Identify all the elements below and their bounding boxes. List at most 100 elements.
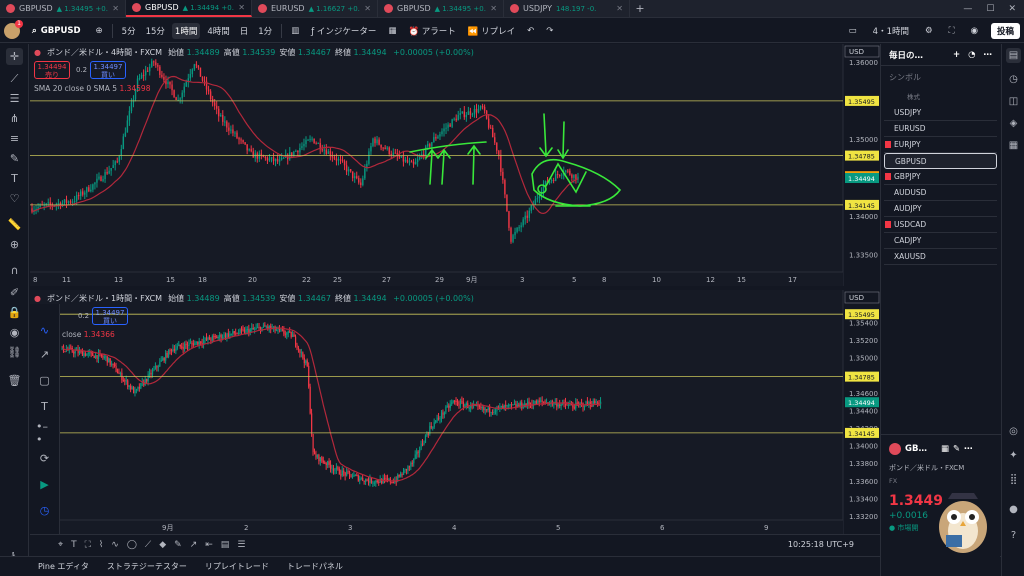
plus-icon[interactable]: + [953,50,960,60]
interval-button[interactable]: 15分 [143,23,168,39]
watchlist-row[interactable]: CADJPY [884,233,997,249]
price-axis[interactable] [843,44,880,286]
indicators-button[interactable]: ƒ インジケーター [308,23,379,39]
watchlist-row[interactable]: GBPJPY [884,169,997,185]
close-tab-icon[interactable]: ✕ [490,4,497,13]
cursor-icon[interactable]: ⌖ [58,540,63,550]
detail-symbol[interactable]: GB… [905,444,927,454]
ray-icon[interactable]: ⟋ [145,540,151,550]
grid-icon[interactable]: ▤ [221,540,230,550]
sma-legend[interactable]: close 1.34366 [62,330,115,339]
hand-drawn-annotation[interactable] [437,148,451,185]
templates-icon[interactable]: ▦ [385,24,399,38]
fib-icon[interactable]: ≡ [6,130,23,147]
watchlist-group[interactable]: 株式 [881,85,1000,105]
utc-clock[interactable]: 10:25:18 UTC+9 [788,540,880,549]
browser-tab[interactable]: GBPUSD ▲ 1.34495 +0. ✕ [0,0,126,17]
path-icon[interactable]: ⌇ [99,540,103,550]
lock-icon[interactable]: 🔒 [6,304,23,321]
watchlist-title[interactable]: 毎日の… [889,49,923,61]
range-icon[interactable]: ⇤ [205,540,213,550]
watchlist-row[interactable]: AUDJPY [884,201,997,217]
curve-icon[interactable]: ∿ [36,322,53,339]
new-tab-icon[interactable]: + [630,0,650,17]
wave-icon[interactable]: ∿ [111,540,119,550]
watchlist-row[interactable]: XAUUSD [884,249,997,265]
eye-icon[interactable]: ◉ [6,324,23,341]
replay-button[interactable]: ⏪ リプレイ [465,23,518,39]
watchlist-row[interactable]: USDCAD [884,217,997,233]
browser-tab[interactable]: GBPUSD ▲ 1.34495 +0. ✕ [378,0,504,17]
apps-grid-icon[interactable]: ⣿ [1006,472,1021,487]
gear-icon[interactable]: ⚙ [922,24,936,38]
more-icon[interactable]: ⋯ [964,444,973,454]
buy-button[interactable]: 1.34497 買い [92,307,128,325]
magnet-icon[interactable]: ∩ [6,262,23,279]
post-button[interactable]: 投稿 [990,22,1020,39]
hand-drawn-annotation[interactable] [537,184,547,194]
close-tab-icon[interactable]: ✕ [364,4,371,13]
watchlist-row[interactable]: GBPUSD [884,153,997,169]
chart-1h-canvas[interactable]: 1.354001.352001.350001.348001.346001.344… [30,290,880,534]
interval-button[interactable]: 4時間 [204,23,232,39]
sell-button[interactable]: 1.34494 売り [34,61,70,79]
close-tab-icon[interactable]: ✕ [112,4,119,13]
bottom-tab[interactable]: ストラテジーテスター [107,561,187,572]
chat-icon[interactable]: ◫ [1006,94,1021,109]
redo-icon[interactable]: ↷ [543,24,556,38]
zoom-icon[interactable]: ⊕ [6,236,23,253]
hand-drawn-annotation[interactable] [557,121,569,160]
undo-icon[interactable]: ↶ [524,24,537,38]
hand-drawn-annotation[interactable] [539,113,553,158]
circle-icon[interactable]: ◯ [127,540,137,550]
link-icon[interactable]: ⛓ [6,344,23,361]
ruler-icon[interactable]: 📏 [6,216,23,233]
browser-tab[interactable]: EURUSD ▲ 1.16627 +0. ✕ [252,0,378,17]
interval-button[interactable]: 日 [237,23,252,39]
bottom-tab[interactable]: リプレイトレード [205,561,269,572]
crosshair-icon[interactable]: ✛ [6,48,23,65]
horizontal-lines-icon[interactable]: ☰ [6,90,23,107]
brush-icon[interactable]: ✎ [6,150,23,167]
close-window-icon[interactable]: ✕ [1008,4,1016,14]
chart-4h-canvas[interactable]: 1.36000 1.35000 1.34000 1.33500 1.35495 1.347… [30,44,880,286]
browser-tab[interactable]: USDJPY 148.197 -0. ✕ [504,0,630,17]
heart-icon[interactable]: ♡ [6,190,23,207]
trash-icon[interactable]: 🗑 [6,372,23,389]
buy-button[interactable]: 1.34497 買い [90,61,126,79]
interval-button[interactable]: 1分 [255,23,275,39]
compare-plus-icon[interactable]: ⊕ [93,24,106,38]
bottom-tab[interactable]: Pine エディタ [38,561,89,572]
camera-icon[interactable]: ◉ [968,24,981,38]
timer-icon[interactable]: ◷ [36,502,53,519]
browser-tab[interactable]: GBPUSD ▲ 1.34494 +0. ✕ [126,0,252,17]
minimize-icon[interactable]: — [963,4,972,14]
fill-icon[interactable]: ◆ [159,540,166,550]
text-tool-icon[interactable]: T [6,170,23,187]
play-icon[interactable]: ▶ [36,476,53,493]
alert-bell-icon[interactable]: ◷ [1006,72,1021,87]
text-tool-icon[interactable]: T [36,398,53,415]
candle-type-icon[interactable]: ▥ [288,24,302,38]
interval-button[interactable]: 1時間 [171,22,201,39]
layers-icon[interactable]: ◈ [1006,116,1021,131]
notification-icon[interactable]: ● [1006,502,1021,517]
help-icon[interactable]: ? [1006,528,1021,543]
target-icon[interactable]: ◎ [1006,424,1021,439]
symbol-search[interactable]: ⌕ GBPUSD [26,24,87,38]
avatar[interactable] [4,19,23,39]
pitchfork-icon[interactable]: ⋔ [6,110,23,127]
more-icon[interactable]: ⋯ [984,50,993,60]
lines-icon[interactable]: ☰ [237,540,245,550]
watchlist-icon[interactable]: ▤ [1006,48,1021,63]
arrow-icon[interactable]: ↗ [36,346,53,363]
bottom-tab[interactable]: トレードパネル [287,561,343,572]
edit-icon[interactable]: ✎ [953,444,960,454]
arrow-draw-icon[interactable]: ↗ [190,540,198,550]
close-tab-icon[interactable]: ✕ [238,3,245,12]
clock-icon[interactable]: ◔ [968,50,975,60]
pen-icon[interactable]: ✎ [174,540,182,550]
trend-line-icon[interactable]: ⟋ [6,70,23,87]
close-tab-icon[interactable]: ✕ [616,4,623,13]
frame-icon[interactable]: ⛶ [85,540,91,550]
